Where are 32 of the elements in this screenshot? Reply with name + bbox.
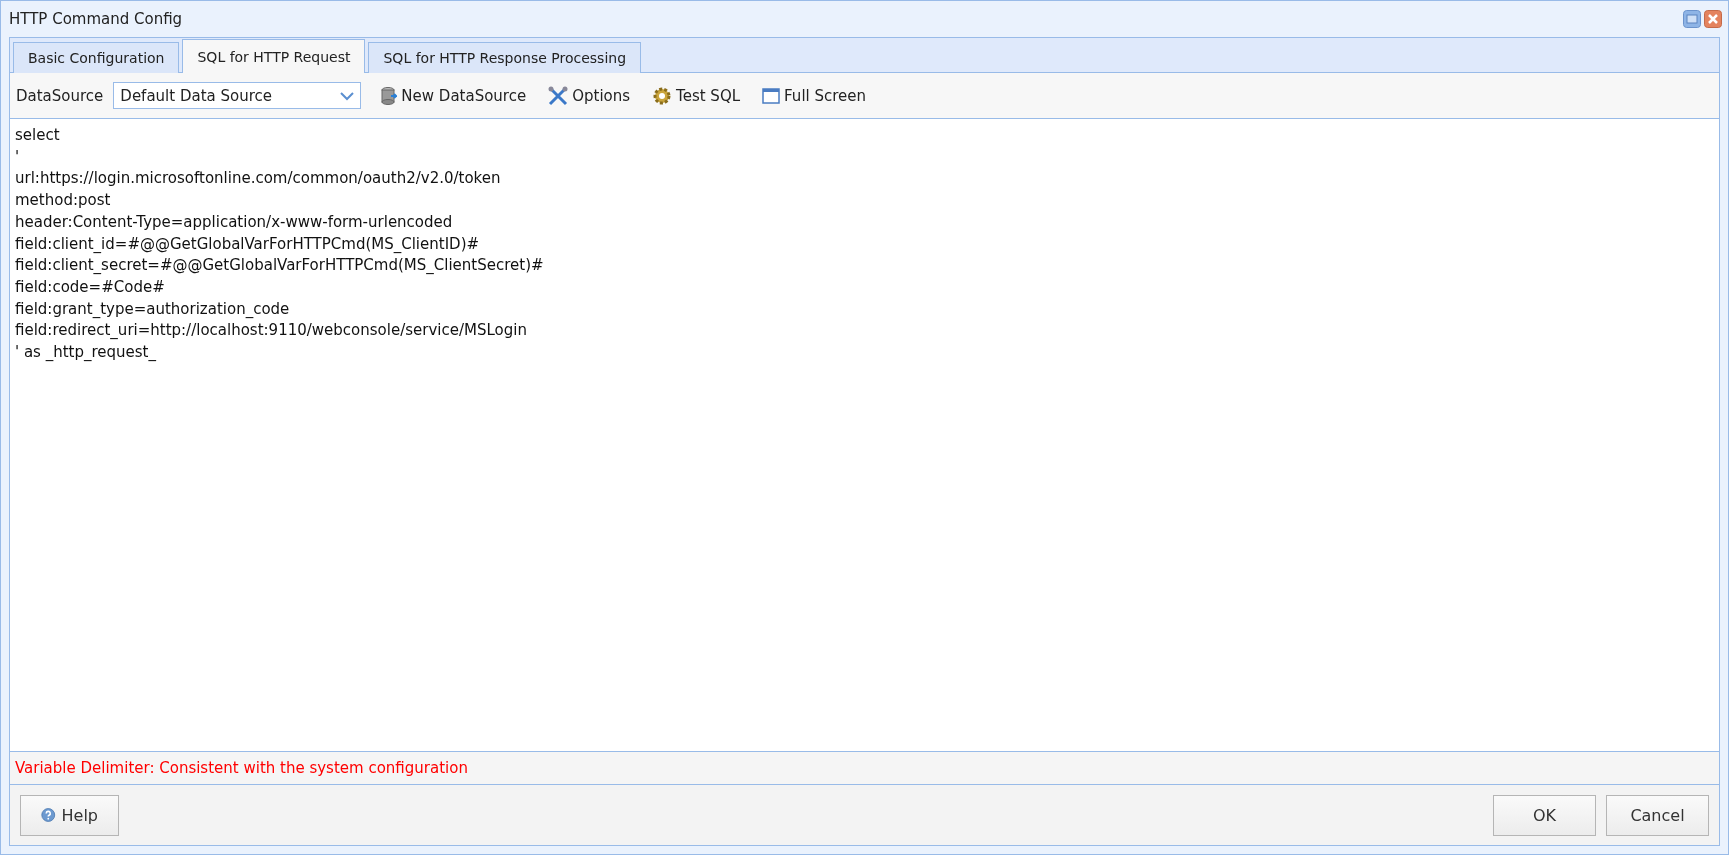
tab[interactable]: SQL for HTTP Request	[182, 39, 366, 73]
code-line: select	[15, 125, 60, 146]
gear-icon	[652, 85, 673, 106]
toolbar-button[interactable]: Options	[542, 83, 637, 108]
toolbar-button[interactable]: Full Screen	[756, 84, 873, 107]
code-line: field:redirect_uri=http://localhost:9110/webconsole/service/MSLogin	[15, 320, 527, 342]
toolbar-button[interactable]: New DataSource	[375, 84, 533, 107]
chevron-down-icon	[340, 90, 355, 101]
code-line: header:Content-Type=application/x-www-form-urlencoded	[15, 211, 453, 233]
datasource-label: DataSource	[16, 86, 104, 105]
code-line: url:https://login.microsoftonline.com/common/oauth2/v2.0/token	[15, 168, 501, 190]
toolbar-button[interactable]: Test SQL	[646, 83, 747, 108]
tab[interactable]: SQL for HTTP Response Processing	[368, 42, 642, 73]
help-icon	[41, 806, 56, 824]
code-line: field:client_id=#@@GetGlobalVarForHTTPCmd(MS_ClientID)#	[15, 233, 480, 255]
datasource-dropdown[interactable]: Default Data Source	[113, 82, 362, 109]
window-icon	[762, 87, 781, 104]
tab[interactable]: Basic Configuration	[13, 42, 180, 73]
cancel-button[interactable]: Cancel	[1606, 794, 1709, 836]
database-icon	[381, 86, 398, 105]
tools-icon	[548, 85, 569, 106]
ok-button[interactable]: OK	[1493, 794, 1596, 836]
maximize-button[interactable]	[1683, 10, 1701, 28]
close-button[interactable]	[1704, 10, 1722, 28]
code-line: field:code=#Code#	[15, 276, 165, 298]
help-button[interactable]: Help	[20, 794, 119, 836]
code-line: field:client_secret=#@@GetGlobalVarForHTTPCmd(MS_ClientSecret)#	[15, 255, 544, 277]
code-line: field:grant_type=authorization_code	[15, 298, 290, 320]
code-line: method:post	[15, 190, 111, 212]
code-line: ' as _http_request_	[15, 342, 156, 364]
code-line: '	[15, 146, 20, 168]
window-title: HTTP Command Config	[9, 10, 184, 28]
